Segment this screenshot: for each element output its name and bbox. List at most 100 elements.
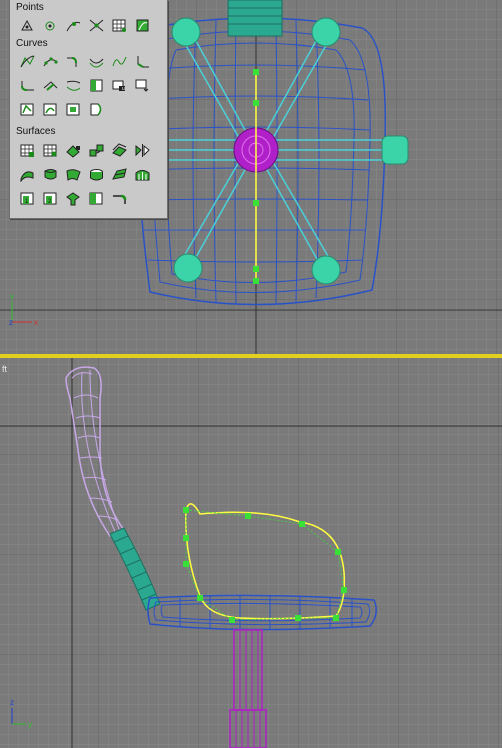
surface-offset-curve-icon xyxy=(66,103,80,116)
u-iso-curve-icon xyxy=(66,80,81,91)
axis-label-y: y xyxy=(10,292,14,301)
point-surface-button[interactable] xyxy=(40,141,61,160)
curve-point-button[interactable] xyxy=(63,16,84,35)
point-curve-button[interactable] xyxy=(40,52,61,71)
extrude-surface-button[interactable] xyxy=(17,165,38,184)
svg-text:u: u xyxy=(122,86,125,92)
offset-curve-button[interactable] xyxy=(86,52,107,71)
axis-label-y: y xyxy=(28,720,32,729)
u-loft-surface-button[interactable] xyxy=(109,165,130,184)
point-curve-icon xyxy=(43,57,58,67)
blend-surface-icon xyxy=(89,144,104,157)
curve-curve-point-button[interactable] xyxy=(86,16,107,35)
normal-projected-curve-icon: u xyxy=(112,80,125,92)
create-point-button[interactable] xyxy=(17,16,38,35)
axis-label-z: z xyxy=(9,318,13,327)
uv-loft-surface-button[interactable] xyxy=(132,165,153,184)
lathe-surface-button[interactable] xyxy=(40,165,61,184)
multisided-blend-button[interactable] xyxy=(63,189,84,208)
chamfer-curve-button[interactable] xyxy=(132,52,153,71)
transform-surface-button[interactable] xyxy=(63,141,84,160)
backrest-top-wireframe xyxy=(227,0,283,37)
offset-surface-button[interactable] xyxy=(109,141,130,160)
surface-edge-curve-icon xyxy=(90,103,102,116)
v-iso-curve-button[interactable] xyxy=(86,76,107,95)
multicurve-trimmed-surface-icon xyxy=(89,192,103,205)
extrude-surface-icon xyxy=(20,171,34,182)
cap-surface-button[interactable] xyxy=(86,165,107,184)
surface-point-button[interactable] xyxy=(109,16,130,35)
nurbs-toolbox[interactable]: Points Curves u Surfaces 1 2 xyxy=(9,0,168,219)
mirror-curve-button[interactable] xyxy=(109,52,130,71)
points-button-row xyxy=(17,16,153,35)
top-viewport[interactable]: y z x Points Curves u Surfaces 1 2 xyxy=(0,0,502,354)
ruled-surface-icon xyxy=(66,169,81,181)
offset-surface-icon xyxy=(112,143,127,157)
surface-offset-curve-button[interactable] xyxy=(63,100,84,119)
cv-curve-button[interactable] xyxy=(17,52,38,71)
viewport-label-left[interactable]: ft xyxy=(2,364,8,374)
uv-loft-surface-icon xyxy=(135,170,150,181)
fillet-curve-icon xyxy=(21,81,34,91)
ruled-surface-button[interactable] xyxy=(63,165,84,184)
rail-sweep-1-button[interactable]: 1 xyxy=(17,189,38,208)
chamfer-curve-icon xyxy=(137,56,149,68)
surface-curve-point-icon xyxy=(136,19,149,32)
offset-curve-icon xyxy=(89,58,104,68)
mirror-surface-button[interactable] xyxy=(132,141,153,160)
point-curve-on-surface-button[interactable] xyxy=(40,100,61,119)
cv-curve-on-surface-button[interactable] xyxy=(17,100,38,119)
axis-label-z: z xyxy=(10,698,14,707)
cv-surface-button[interactable] xyxy=(17,141,38,160)
curve-curve-intersect-point-icon xyxy=(89,19,104,32)
section-title-curves: Curves xyxy=(16,38,48,49)
vector-projected-curve-button[interactable] xyxy=(132,76,153,95)
rail-sweep-2-icon: 2 xyxy=(43,192,57,205)
fillet-surface-button[interactable] xyxy=(109,189,130,208)
surface-curve-point-button[interactable] xyxy=(132,16,153,35)
blend-surface-button[interactable] xyxy=(86,141,107,160)
surfaces-button-row-2 xyxy=(17,165,153,184)
blend-curve-icon xyxy=(67,57,77,67)
rail-sweep-1-icon: 1 xyxy=(20,192,34,205)
transform-surface-icon xyxy=(66,145,80,158)
lathe-surface-icon xyxy=(44,169,57,180)
mirror-surface-icon xyxy=(135,144,150,157)
u-iso-curve-button[interactable] xyxy=(63,76,84,95)
cv-curve-on-surface-icon xyxy=(20,103,34,116)
point-curve-on-surface-icon xyxy=(43,103,57,116)
cv-curve-icon xyxy=(20,55,35,68)
surfaces-button-row-1 xyxy=(17,141,153,160)
surface-surface-intersect-icon xyxy=(43,81,58,91)
curves-button-row-3 xyxy=(17,100,107,119)
section-title-surfaces: Surfaces xyxy=(16,126,56,137)
offset-point-button[interactable] xyxy=(40,16,61,35)
multicurve-trimmed-button[interactable] xyxy=(86,189,107,208)
cap-surface-icon xyxy=(90,169,103,181)
create-point-icon xyxy=(21,19,33,31)
offset-point-icon xyxy=(45,21,55,31)
v-iso-curve-icon xyxy=(90,79,103,92)
rail-sweep-2-button[interactable]: 2 xyxy=(40,189,61,208)
point-surface-icon xyxy=(43,144,57,157)
blend-curve-button[interactable] xyxy=(63,52,84,71)
curve-point-icon xyxy=(66,21,81,32)
fillet-curve-button[interactable] xyxy=(17,76,38,95)
multisided-blend-icon xyxy=(66,192,80,206)
left-viewport[interactable]: ft z y xyxy=(0,358,502,748)
section-title-points: Points xyxy=(16,2,44,13)
mirror-curve-icon xyxy=(112,56,127,67)
left-viewport-canvas[interactable]: ft z y xyxy=(0,358,502,748)
curves-button-row-2: u xyxy=(17,76,153,95)
surfaces-button-row-3: 1 2 xyxy=(17,189,130,208)
axis-label-x: x xyxy=(34,318,38,327)
vector-projected-curve-icon xyxy=(135,79,149,92)
curves-button-row-1 xyxy=(17,52,153,71)
fillet-surface-icon xyxy=(113,194,127,204)
normal-projected-curve-button[interactable]: u xyxy=(109,76,130,95)
cv-surface-icon xyxy=(20,144,34,157)
surf-surf-intersect-button[interactable] xyxy=(40,76,61,95)
surface-point-icon xyxy=(112,19,126,32)
u-loft-surface-icon xyxy=(112,168,127,180)
surface-edge-curve-button[interactable] xyxy=(86,100,107,119)
